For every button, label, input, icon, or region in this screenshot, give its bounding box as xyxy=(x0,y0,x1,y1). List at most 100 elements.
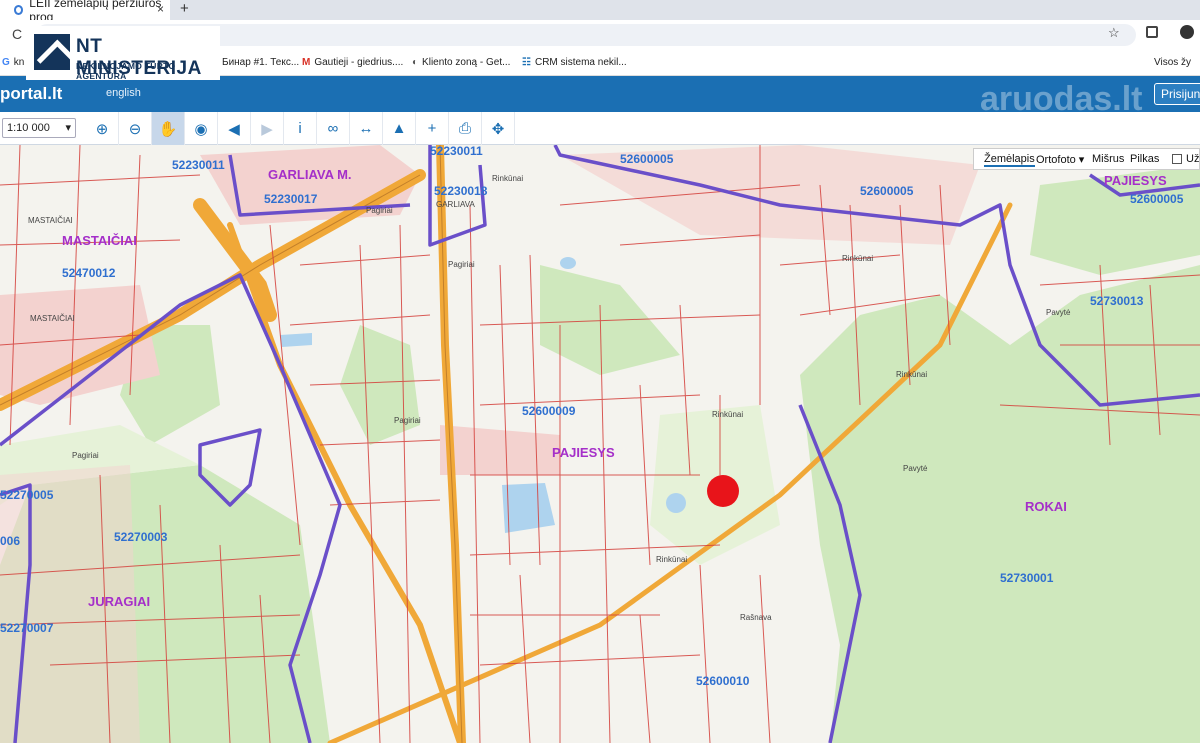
zoom-out-tool[interactable]: ⊖ xyxy=(119,112,152,145)
parcel-line xyxy=(779,254,901,266)
cadastral-code-label: 52230011 xyxy=(172,158,225,172)
parcel-line xyxy=(289,314,431,326)
locate-tool[interactable]: ✥ xyxy=(482,112,515,145)
cadastral-code-label: 52730001 xyxy=(1000,571,1054,585)
parcel-line xyxy=(759,574,771,743)
login-button[interactable]: Prisijung xyxy=(1154,83,1200,105)
area-label: ROKAI xyxy=(1025,499,1067,514)
bookmark-label: Gautieji - giedrius.... xyxy=(314,57,404,68)
layer-map[interactable]: Žemėlapis xyxy=(984,153,1035,167)
parcel-line xyxy=(479,394,701,406)
cadastral-code-label: 52230011 xyxy=(430,145,483,158)
portal-title[interactable]: portal.lt xyxy=(0,84,62,104)
layer-orthophoto[interactable]: Ortofoto ▾ xyxy=(1036,153,1084,166)
cadastral-code-label: 52270005 xyxy=(0,488,54,502)
crm-icon: ☷ xyxy=(522,57,531,68)
layer-mixed[interactable]: Mišrus xyxy=(1092,153,1124,165)
bookmark-item[interactable]: Бинар #1. Текс... xyxy=(222,57,299,68)
scale-select[interactable]: 1:10 000 xyxy=(2,118,76,138)
place-label: Rinkūnai xyxy=(712,410,743,419)
tab-close-icon[interactable]: × xyxy=(157,2,164,16)
layer-switcher: Žemėlapis Ortofoto ▾ Mišrus Pilkas Užra xyxy=(973,148,1200,170)
back-tool[interactable]: ◀ xyxy=(218,112,251,145)
labels-checkbox[interactable] xyxy=(1172,154,1182,164)
place-label: Rinkūnai xyxy=(842,254,873,263)
cadastral-code-label: 52600005 xyxy=(1130,192,1184,206)
house-logo-icon xyxy=(34,34,70,70)
map-toolbar: 1:10 000 ⊕⊖✋◉◀▶i∞↔▲+⎙✥ xyxy=(0,112,1200,145)
property-marker[interactable] xyxy=(707,475,739,507)
place-label: GARLIAVA xyxy=(436,200,475,209)
bookmark-item[interactable]: ☷ CRM sistema nekil... xyxy=(522,57,627,68)
parcel-line xyxy=(299,254,431,266)
map-canvas[interactable]: GARLIAVA M. MASTAIČIAI PAJIESYS PAJIESYS ROK… xyxy=(0,145,1200,743)
layer-grey[interactable]: Pilkas xyxy=(1130,153,1159,165)
place-label: Rinkūnai xyxy=(656,555,687,564)
bookmark-item[interactable]: Visos žy xyxy=(1154,57,1191,68)
browser-tab[interactable]: LEII žemėlapių peržiūros prog × xyxy=(0,0,170,24)
info-tool[interactable]: i xyxy=(284,112,317,145)
bookmark-label: Visos žy xyxy=(1154,57,1192,68)
bookmark-item[interactable]: Gkn xyxy=(2,57,24,68)
forward-tool[interactable]: ▶ xyxy=(251,112,284,145)
bookmark-label: Бинар #1. Текс... xyxy=(222,57,300,68)
area-label: PAJIESYS xyxy=(552,445,615,460)
measure-tool[interactable]: ↔ xyxy=(350,112,383,145)
profile-avatar[interactable] xyxy=(1180,25,1194,39)
parcel-line xyxy=(479,654,701,666)
bookmark-star-icon[interactable]: ☆ xyxy=(1108,25,1120,41)
parcel-line xyxy=(639,614,651,743)
place-label: Pavytė xyxy=(1046,308,1071,317)
cadastral-code-label: 52600005 xyxy=(860,184,914,198)
area-label: JURAGIAI xyxy=(88,594,150,609)
cadastral-code-label: 52270007 xyxy=(0,621,54,635)
client-zone-icon: ◐ xyxy=(412,57,419,68)
place-label: Rinkūnai xyxy=(492,174,523,183)
cadastral-code-label: 52470012 xyxy=(62,266,116,280)
tab-favicon-icon xyxy=(14,5,24,15)
place-label: MASTAIČIAI xyxy=(30,314,75,323)
parcel-line xyxy=(699,564,711,743)
area-label: MASTAIČIAI xyxy=(62,233,137,248)
cadastral-code-label: 52730013 xyxy=(1090,294,1144,308)
google-icon: G xyxy=(2,57,10,68)
language-link[interactable]: english xyxy=(106,87,141,99)
reload-icon[interactable]: C xyxy=(12,26,22,42)
cadastral-code-label: 52600009 xyxy=(522,404,576,418)
parcel-line xyxy=(619,234,761,246)
profile-tool[interactable]: ▲ xyxy=(383,112,416,145)
cadastral-code-label: 52230018 xyxy=(434,184,488,198)
parcel-line xyxy=(269,224,301,546)
place-label: Pagiriai xyxy=(72,451,99,460)
zoom-in-tool[interactable]: ⊕ xyxy=(86,112,119,145)
area-label: GARLIAVA M. xyxy=(268,167,352,182)
place-label: Pagiriai xyxy=(366,206,393,215)
bookmark-label: kn xyxy=(13,57,25,68)
link-tool[interactable]: ∞ xyxy=(317,112,350,145)
globe-tool[interactable]: ◉ xyxy=(185,112,218,145)
cadastral-map[interactable]: GARLIAVA M. MASTAIČIAI PAJIESYS PAJIESYS ROK… xyxy=(0,145,1200,743)
parcel-line xyxy=(399,224,411,743)
place-label: MASTAIČIAI xyxy=(28,216,73,225)
bookmark-label: CRM sistema nekil... xyxy=(534,57,627,68)
browser-tab-strip: LEII žemėlapių peržiūros prog × + xyxy=(0,0,1200,24)
agency-logo: NT MINISTERIJA NEKILNOJAMO TURTO AGENTŪR… xyxy=(26,26,220,81)
place-label: Pavytė xyxy=(903,464,928,473)
place-label: Rašnava xyxy=(740,613,772,622)
bookmark-item[interactable]: M Gautieji - giedrius.... xyxy=(302,57,403,68)
cadastral-code-label: 006 xyxy=(0,534,20,548)
bookmark-item[interactable]: ◐ Kliento zoną - Get... xyxy=(412,57,510,68)
new-tab-icon[interactable]: + xyxy=(180,0,189,17)
print-tool[interactable]: ⎙ xyxy=(449,112,482,145)
place-label: Rinkūnai xyxy=(896,370,927,379)
cadastral-code-label: 52230017 xyxy=(264,192,318,206)
gmail-icon: M xyxy=(302,57,311,68)
extensions-icon[interactable] xyxy=(1146,26,1158,38)
labels-checkbox-label: Užra xyxy=(1186,153,1200,165)
place-label: Pagiriai xyxy=(394,416,421,425)
place-label: Pagiriai xyxy=(448,260,475,269)
pan-tool[interactable]: ✋ xyxy=(152,112,185,145)
logo-subtitle: NEKILNOJAMO TURTO AGENTŪRA xyxy=(76,61,176,81)
add-tool[interactable]: + xyxy=(416,112,449,145)
parcel-line xyxy=(0,174,201,186)
